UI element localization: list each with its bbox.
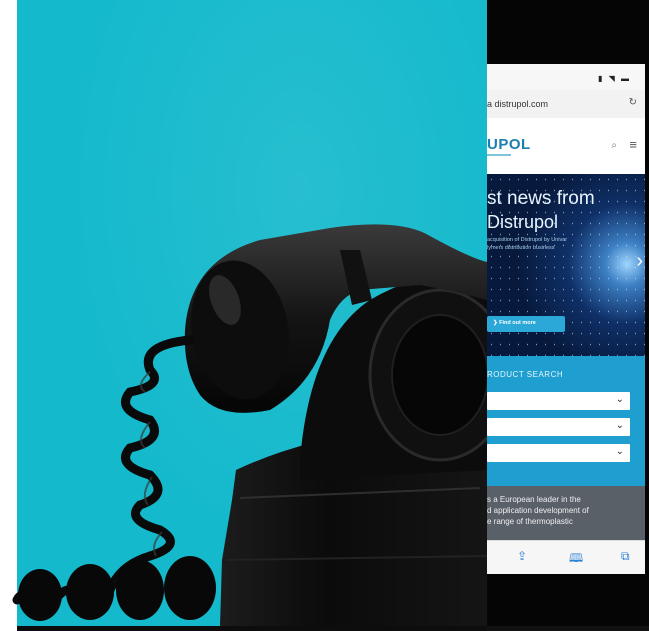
hero-title-line2: Distrupol	[487, 212, 559, 232]
hero-text: acquisition of Distrupol by Univar lymer…	[487, 236, 619, 252]
status-bar: ▮ ◥ ▬	[487, 64, 645, 90]
site-header: UPOL ⌕ ≡	[487, 118, 645, 174]
about-line3: e range of thermoplastic	[487, 517, 573, 526]
bottom-shadow-strip	[17, 626, 487, 631]
hero-title-line1: st news from	[487, 188, 595, 209]
hamburger-menu-icon[interactable]: ≡	[629, 137, 637, 152]
reload-icon[interactable]: ↻	[629, 97, 637, 108]
browser-address-bar[interactable]: a distrupol.com ↻	[487, 90, 645, 119]
bookmarks-icon[interactable]: 🕮	[569, 549, 583, 570]
site-logo[interactable]: UPOL	[487, 136, 531, 153]
carousel-next-icon[interactable]: ›	[636, 250, 643, 273]
product-search-select-3[interactable]: ⌄	[487, 444, 630, 462]
hero-text-line2: lymers distribution business	[487, 245, 555, 251]
hero-text-line1: acquisition of Distrupol by Univar	[487, 237, 568, 243]
find-out-more-button[interactable]: ❯ Find out more	[487, 316, 565, 332]
product-search-panel: RODUCT SEARCH ⌄ ⌄ ⌄	[487, 356, 645, 486]
chevron-down-icon: ⌄	[615, 420, 624, 431]
product-search-select-2[interactable]: ⌄	[487, 418, 630, 436]
find-out-more-label: ❯ Find out more	[493, 320, 536, 326]
phone-bottom-bezel	[487, 626, 649, 631]
about-line1: s a European leader in the	[487, 495, 581, 504]
photo-canvas: ▮ ◥ ▬ a distrupol.com ↻ UPOL ⌕ ≡ st news…	[0, 0, 649, 631]
url-text[interactable]: a distrupol.com	[487, 99, 548, 109]
find-out-more-text: Find out more	[499, 320, 536, 326]
product-search-select-1[interactable]: ⌄	[487, 392, 630, 410]
about-text: s a European leader in the d application…	[487, 494, 637, 527]
rotary-telephone-illustration	[12, 224, 487, 626]
smartphone: ▮ ◥ ▬ a distrupol.com ↻ UPOL ⌕ ≡ st news…	[487, 0, 649, 631]
tabs-icon[interactable]: ⧉	[621, 549, 630, 564]
hero-banner: st news from Distrupol acquisition of Di…	[487, 174, 645, 356]
share-icon[interactable]: ⇪	[517, 549, 527, 563]
product-search-label: RODUCT SEARCH	[487, 370, 564, 379]
chevron-down-icon: ⌄	[615, 446, 624, 457]
logo-underline	[487, 154, 511, 156]
chevron-down-icon: ⌄	[615, 394, 624, 405]
browser-toolbar: ⇪ 🕮 ⧉	[487, 540, 645, 574]
phone-screen: ▮ ◥ ▬ a distrupol.com ↻ UPOL ⌕ ≡ st news…	[487, 64, 645, 574]
search-icon[interactable]: ⌕	[611, 140, 617, 151]
about-line2: d application development of	[487, 506, 589, 515]
signal-wifi-battery-icon: ▮ ◥ ▬	[598, 74, 631, 83]
